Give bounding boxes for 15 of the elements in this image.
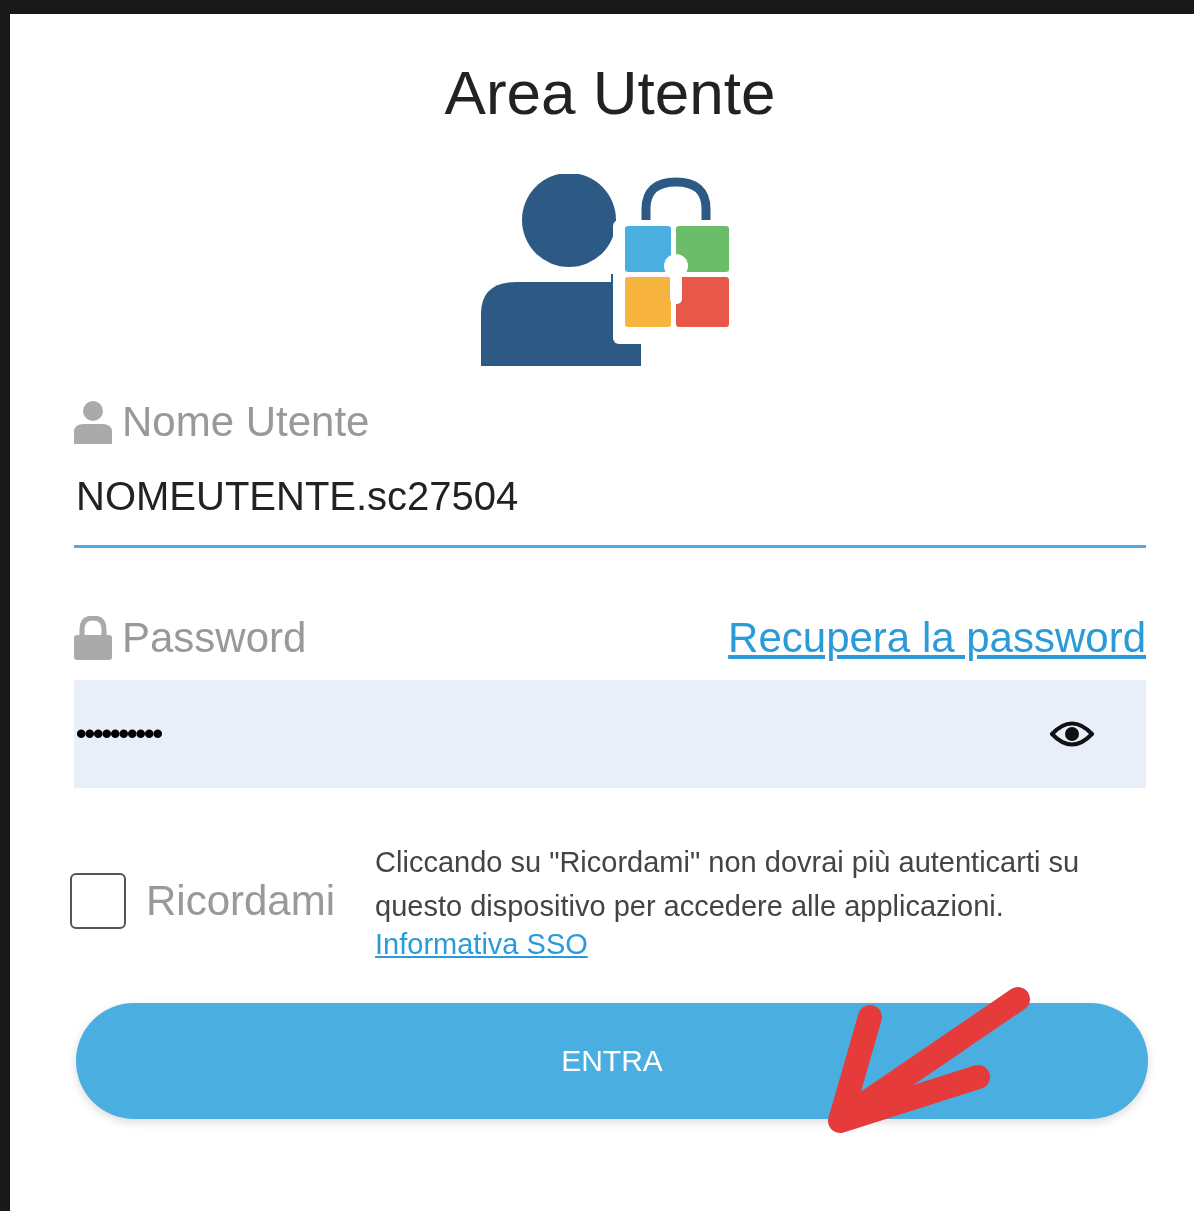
sso-info-link[interactable]: Informativa SSO — [375, 928, 588, 960]
password-field[interactable]: •••••••••• — [74, 680, 1146, 788]
remember-note: Cliccando su "Ricordami" non dovrai più autenticarti su questo dispositivo per accedere alle applicazioni. — [375, 845, 1081, 924]
padlock-icon — [74, 616, 112, 660]
username-label: Nome Utente — [122, 398, 370, 446]
user-icon — [74, 400, 112, 444]
eye-icon[interactable] — [1050, 719, 1094, 749]
remember-label: Ricordami — [146, 876, 336, 925]
password-label: Password — [122, 614, 307, 662]
recover-password-link[interactable]: Recupera la password — [728, 614, 1146, 662]
user-padlock-icon — [481, 174, 731, 366]
masked-password: •••••••••• — [76, 717, 163, 751]
remember-checkbox[interactable] — [70, 872, 126, 929]
submit-button[interactable]: ENTRA — [76, 1003, 1148, 1119]
page-title: Area Utente — [443, 62, 777, 124]
